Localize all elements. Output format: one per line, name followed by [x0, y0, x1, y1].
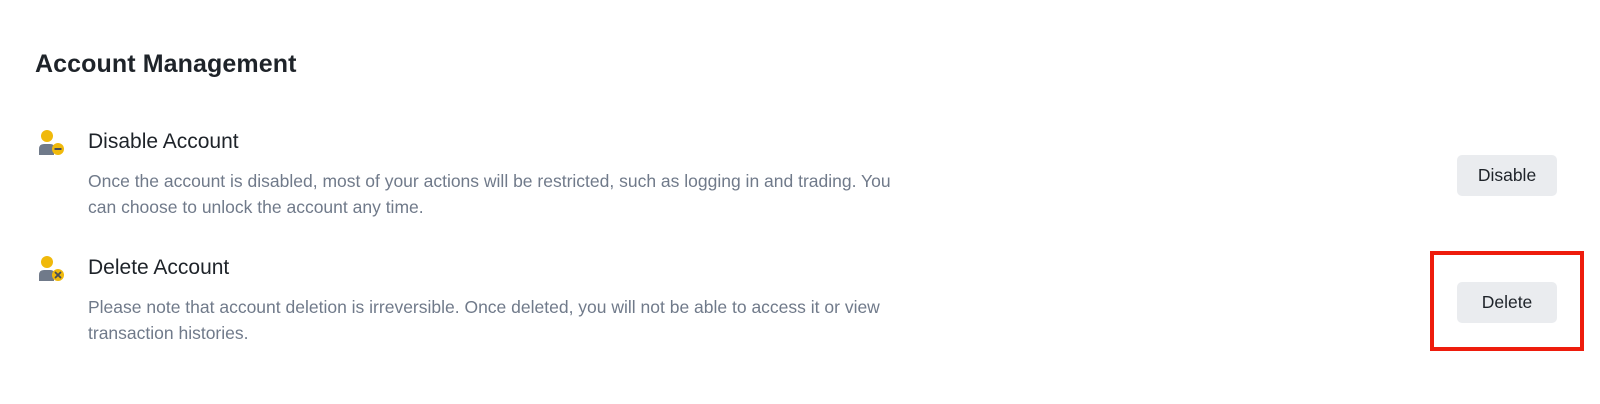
- disable-button[interactable]: Disable: [1457, 155, 1557, 196]
- delete-account-title: Delete Account: [88, 256, 230, 279]
- disable-account-row: Disable Account Once the account is disa…: [0, 127, 1600, 237]
- disable-account-title: Disable Account: [88, 130, 239, 153]
- delete-account-row: Delete Account Please note that account …: [0, 253, 1600, 363]
- disable-account-description: Once the account is disabled, most of yo…: [88, 171, 891, 217]
- user-minus-icon: [37, 129, 67, 159]
- user-delete-icon: [37, 255, 67, 285]
- delete-button[interactable]: Delete: [1457, 282, 1557, 323]
- section-title: Account Management: [35, 50, 297, 78]
- delete-account-description: Please note that account deletion is irr…: [88, 297, 880, 343]
